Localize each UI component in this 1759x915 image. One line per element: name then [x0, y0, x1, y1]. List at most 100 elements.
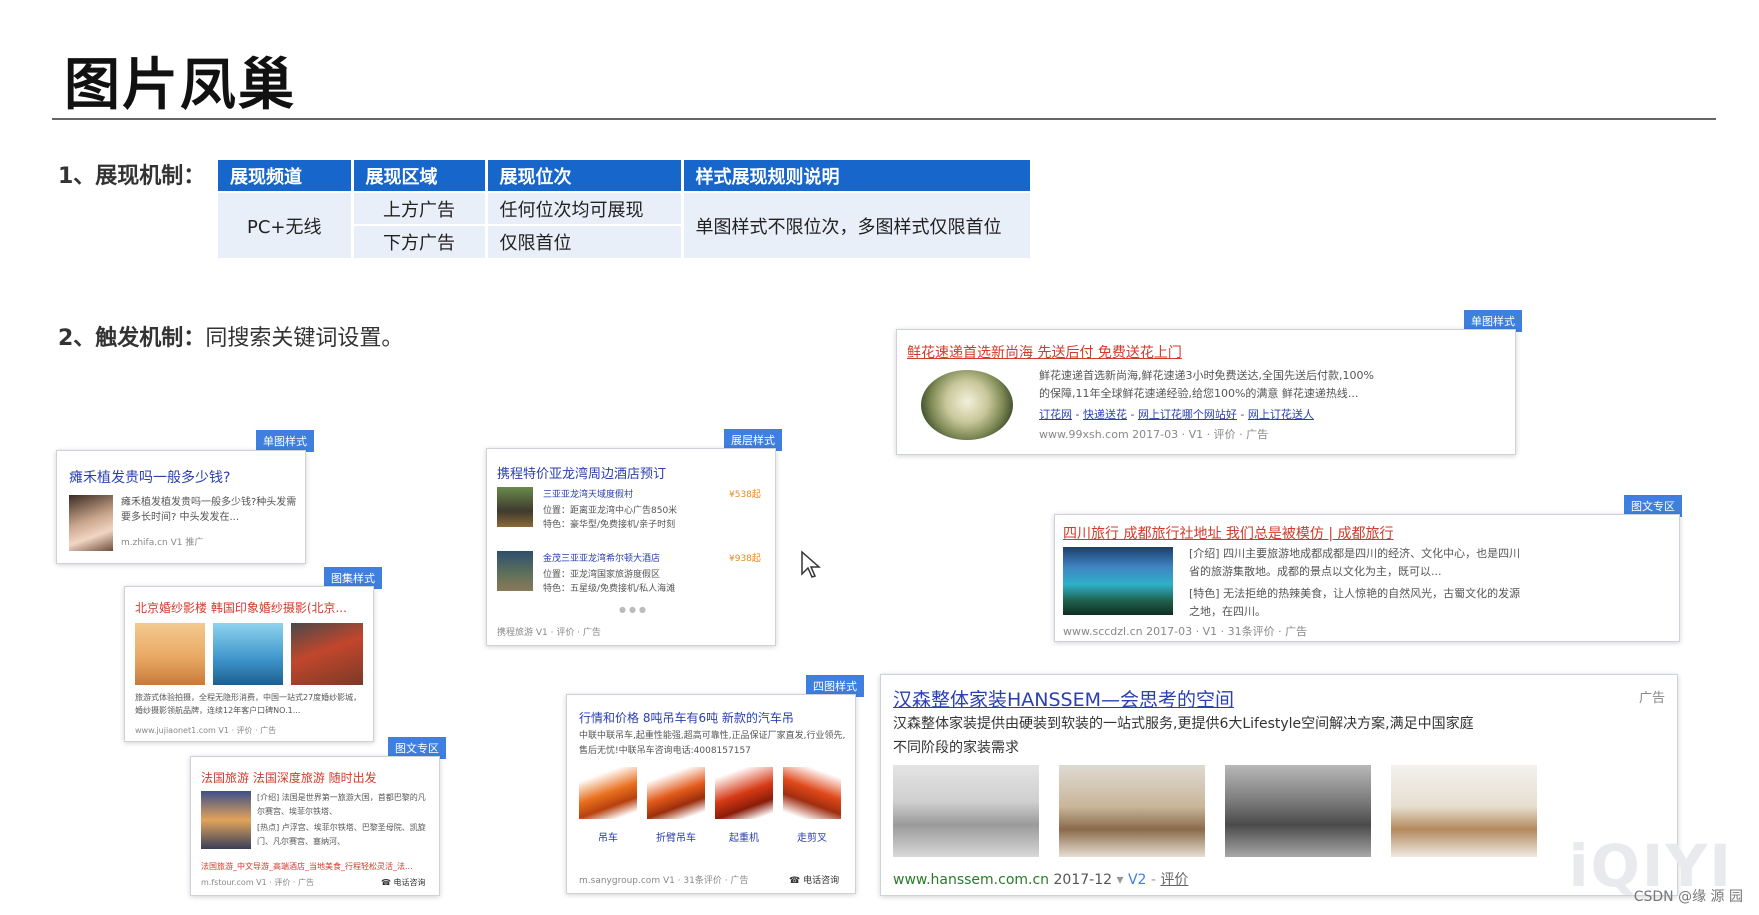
- product-image[interactable]: [783, 767, 841, 819]
- footer-review-link[interactable]: 评价: [1160, 872, 1188, 888]
- sitelink[interactable]: 网上订花哪个网站好: [1138, 408, 1237, 421]
- area-cell: 上方广告: [352, 191, 488, 225]
- ad-desc: 中联中联吊车,起重性能强,超高可靠性,正品保证厂家直发,行业领先,售后无忧!中联…: [579, 731, 846, 756]
- phone-consult-label: 电话咨询: [803, 876, 840, 886]
- ad-title[interactable]: 汉森整体家装HANSSEM—会思考的空间: [893, 685, 1234, 712]
- ad-desc: 不同阶段的家装需求: [893, 740, 1019, 756]
- ad-title[interactable]: 四川旅行 成都旅行社地址 我们总是被模仿 | 成都旅行: [1063, 523, 1394, 543]
- section2-text: 同搜索关键词设置。: [205, 326, 404, 351]
- footer-date: 2017-12: [1053, 872, 1113, 888]
- carousel-dots[interactable]: ●●●: [619, 605, 649, 614]
- ad-line: [特色] 无法拒绝的热辣美食，让人惊艳的自然风光，古蜀文化的发源: [1189, 587, 1521, 600]
- table-header: 展现位次: [486, 160, 684, 192]
- ad-title[interactable]: 行情和价格 8吨吊车有6吨 新款的汽车吊: [579, 709, 794, 726]
- style-tag: 单图样式: [256, 430, 314, 452]
- ad-thumbnail[interactable]: [921, 370, 1013, 440]
- footer-url[interactable]: www.hanssem.com.cn: [893, 872, 1049, 888]
- ad-label: 广告: [1638, 691, 1665, 706]
- ad-footer: www.hanssem.com.cn 2017-12 ▾ V2 - 评价: [893, 872, 1189, 888]
- dropdown-arrow-icon[interactable]: ▾: [1116, 872, 1127, 888]
- ad-footer: 携程旅游 V1 · 评价 · 广告: [497, 628, 601, 638]
- ad-title[interactable]: 携程特价亚龙湾周边酒店预订: [497, 463, 666, 482]
- section2-title: 2、触发机制：: [58, 326, 206, 351]
- sitelink[interactable]: 快递送花: [1083, 408, 1127, 421]
- ad-line: [热点] 卢浮宫、埃菲尔铁塔、巴黎圣母院、凯旋门、凡尔赛宫、塞纳河、: [257, 823, 426, 846]
- ad-card-single-small[interactable]: 瘫禾植发贵吗一般多少钱? 瘫禾植发植发贵吗一般多少钱?种头发需要多长时间? 中头…: [56, 450, 306, 564]
- ad-footer: www.99xsh.com 2017-03 · V1 · 评价 · 广告: [1039, 428, 1269, 441]
- hotel-thumbnail[interactable]: [497, 551, 533, 591]
- ad-card-single-large[interactable]: 鲜花速递首选新尚海 先送后付 免费送花上门 鲜花速递首选新尚海,鲜花速递3小时免…: [896, 329, 1516, 455]
- hotel-name[interactable]: 金茂三亚亚龙湾希尔顿大酒店: [543, 551, 660, 564]
- hotel-thumbnail[interactable]: [497, 487, 533, 527]
- ad-desc: 汉森整体家装提供由硬装到软装的一站式服务,更提供6大Lifestyle空间解决方…: [893, 716, 1474, 732]
- ad-card-news-large[interactable]: 四川旅行 成都旅行社地址 我们总是被模仿 | 成都旅行 [介绍] 四川主要旅游地…: [1054, 514, 1680, 642]
- ad-thumbnail[interactable]: [1063, 547, 1173, 615]
- ad-card-hanssem[interactable]: 汉森整体家装HANSSEM—会思考的空间 广告 汉森整体家装提供由硬装到软装的一…: [880, 674, 1678, 896]
- ad-line: [介绍] 法国是世界第一旅游大国，首都巴黎的凡尔赛宫、埃菲尔铁塔、: [257, 793, 426, 816]
- ad-footer: m.sanygroup.com V1 · 31条评价 · 广告: [579, 876, 749, 886]
- ad-desc: 旅游式体验拍摄，全程无隐形消费，中国一站式27度婚纱影城，婚纱摄影领航品牌，连续…: [135, 693, 362, 715]
- ad-card-four-image[interactable]: 行情和价格 8吨吊车有6吨 新款的汽车吊 中联中联吊车,起重性能强,超高可靠性,…: [566, 694, 856, 894]
- ad-photo[interactable]: [291, 623, 363, 685]
- mouse-cursor-icon: [801, 550, 821, 578]
- hotel-location: 位置：亚龙湾国家旅游度假区: [543, 570, 661, 580]
- hotel-price: ¥938起: [729, 554, 761, 564]
- product-caption[interactable]: 折臂吊车: [647, 829, 705, 844]
- ad-footer: www.sccdzl.cn 2017-03 · V1 · 31条评价 · 广告: [1063, 625, 1308, 638]
- ad-card-multi-photo[interactable]: 北京婚纱影楼 韩国印象婚纱摄影(北京... 旅游式体验拍摄，全程无隐形消费，中国…: [124, 586, 374, 742]
- table-header: 展现频道: [218, 160, 354, 192]
- hotel-features: 特色：五星级/免费接机/私人海滩: [543, 584, 676, 594]
- ad-thumbnail[interactable]: [69, 495, 113, 551]
- title-divider: [52, 118, 1716, 120]
- position-cell: 任何位次均可展现: [486, 191, 684, 225]
- ad-footer: m.zhifa.cn V1 推广: [121, 538, 204, 548]
- ad-title[interactable]: 瘫禾植发贵吗一般多少钱?: [69, 467, 230, 487]
- table-header: 展现区域: [352, 160, 488, 192]
- ad-line: 省的旅游集散地。成都的景点以文化为主，既可以...: [1189, 565, 1442, 578]
- ad-sitelinks[interactable]: 法国旅游_中文导游_高端酒店_当地美食_行程轻松灵活_法...: [201, 861, 413, 872]
- interior-photo[interactable]: [1059, 765, 1205, 857]
- page-title: 图片凤巢: [64, 53, 296, 118]
- section2-label: 2、触发机制：同搜索关键词设置。: [58, 320, 403, 352]
- ad-card-list[interactable]: 携程特价亚龙湾周边酒店预订 三亚亚龙湾天域度假村 ¥538起 位置：距离亚龙湾中…: [486, 448, 776, 646]
- ad-photo[interactable]: [135, 623, 205, 685]
- interior-photo[interactable]: [1391, 765, 1537, 857]
- phone-consult-link[interactable]: ☎ 电话咨询: [381, 877, 426, 888]
- footer-v-badge: V2: [1127, 872, 1147, 888]
- hotel-location: 位置：距离亚龙湾中心广告850米: [543, 506, 678, 516]
- sitelink[interactable]: 网上订花送人: [1248, 408, 1314, 421]
- interior-photo[interactable]: [893, 765, 1039, 857]
- ad-desc: 的保障,11年全球鲜花速递经验,给您100%的满意 鲜花速递热线...: [1039, 387, 1359, 400]
- ad-thumbnail[interactable]: [201, 791, 251, 849]
- sitelink[interactable]: 订花网: [1039, 408, 1072, 421]
- rule-cell: 单图样式不限位次，多图样式仅限首位: [682, 191, 1030, 258]
- ad-footer: m.fstour.com V1 · 评价 · 广告: [201, 878, 314, 887]
- product-caption[interactable]: 吊车: [579, 829, 637, 844]
- phone-icon: ☎: [381, 878, 394, 887]
- product-caption[interactable]: 起重机: [715, 829, 773, 844]
- ad-photo[interactable]: [213, 623, 283, 685]
- area-cell: 下方广告: [352, 224, 488, 258]
- ad-sitelinks: 订花网 - 快递送花 - 网上订花哪个网站好 - 网上订花送人: [1039, 408, 1314, 421]
- ad-line: 之地，在四川。: [1189, 605, 1266, 618]
- ad-desc: 瘫禾植发植发贵吗一般多少钱?种头发需要多长时间? 中头发发在...: [121, 497, 297, 523]
- product-image[interactable]: [715, 767, 773, 819]
- hotel-name[interactable]: 三亚亚龙湾天域度假村: [543, 487, 633, 500]
- product-image[interactable]: [647, 767, 705, 819]
- ad-title[interactable]: 鲜花速递首选新尚海 先送后付 免费送花上门: [907, 342, 1182, 362]
- phone-consult-link[interactable]: ☎ 电话咨询: [789, 873, 839, 886]
- ad-title[interactable]: 北京婚纱影楼 韩国印象婚纱摄影(北京...: [135, 599, 347, 616]
- position-cell: 仅限首位: [486, 224, 684, 258]
- csdn-credit: CSDN @缘 源 园: [1633, 889, 1743, 905]
- product-image[interactable]: [579, 767, 637, 819]
- ad-card-news-small[interactable]: 法国旅游 法国深度旅游 随时出发 [介绍] 法国是世界第一旅游大国，首都巴黎的凡…: [190, 756, 440, 896]
- display-rules-table: 展现频道 展现区域 展现位次 样式展现规则说明 PC+无线 上方广告 任何位次均…: [218, 160, 1030, 258]
- hotel-price: ¥538起: [729, 490, 761, 500]
- ad-desc: 鲜花速递首选新尚海,鲜花速递3小时免费送达,全国先送后付款,100%: [1039, 369, 1374, 382]
- phone-consult-label: 电话咨询: [393, 878, 426, 887]
- product-caption[interactable]: 走剪叉: [783, 829, 841, 844]
- ad-footer: www.jujiaonet1.com V1 · 评价 · 广告: [135, 726, 277, 735]
- ad-title[interactable]: 法国旅游 法国深度旅游 随时出发: [201, 769, 377, 786]
- interior-photo[interactable]: [1225, 765, 1371, 857]
- table-header: 样式展现规则说明: [682, 160, 1030, 192]
